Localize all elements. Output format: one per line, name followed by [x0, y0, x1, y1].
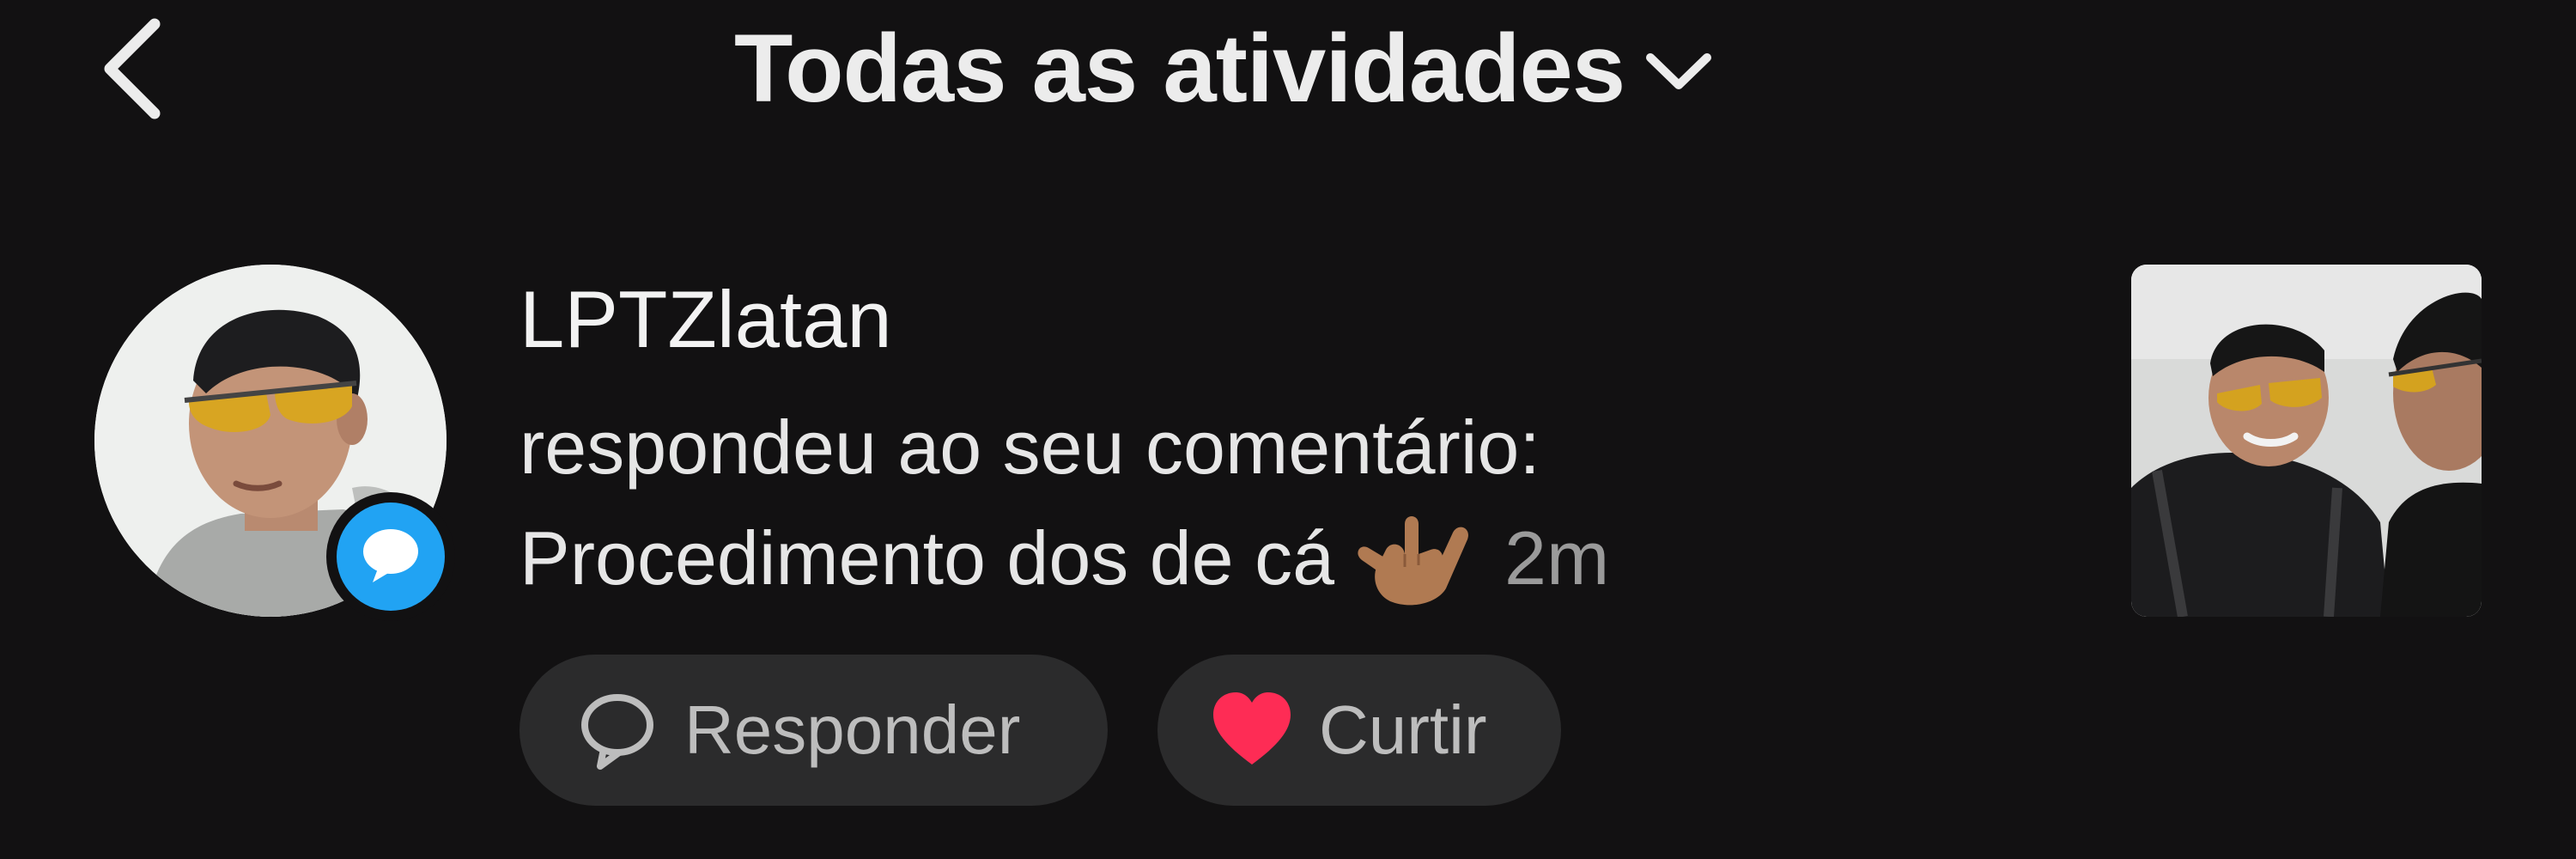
chevron-left-icon — [86, 18, 180, 132]
heart-icon — [1209, 687, 1295, 773]
love-you-gesture-emoji — [1352, 507, 1480, 610]
reply-badge — [326, 492, 455, 621]
action-text: respondeu ao seu comentário: — [519, 405, 1540, 490]
comment-text: Procedimento dos de cá — [519, 515, 1335, 600]
reply-label: Responder — [684, 691, 1021, 768]
comment-outline-icon — [574, 687, 660, 773]
video-thumbnail[interactable] — [2131, 265, 2482, 617]
chevron-down-icon — [1640, 42, 1717, 102]
like-label: Curtir — [1319, 691, 1487, 768]
page-title: Todas as atividades — [734, 14, 1625, 122]
back-button[interactable] — [86, 9, 180, 129]
timestamp: 2m — [1504, 515, 1610, 600]
activity-screen: Todas as atividades LPTZlatan respondeu … — [0, 0, 2576, 859]
user-avatar[interactable] — [94, 265, 455, 621]
reply-button[interactable]: Responder — [519, 655, 1108, 806]
like-button[interactable]: Curtir — [1157, 655, 1561, 806]
comment-line: Procedimento dos de cá 2m — [519, 507, 1609, 610]
comment-bubble-icon — [357, 524, 424, 590]
activity-filter-dropdown[interactable]: Todas as atividades — [734, 3, 1717, 132]
username[interactable]: LPTZlatan — [519, 273, 892, 366]
